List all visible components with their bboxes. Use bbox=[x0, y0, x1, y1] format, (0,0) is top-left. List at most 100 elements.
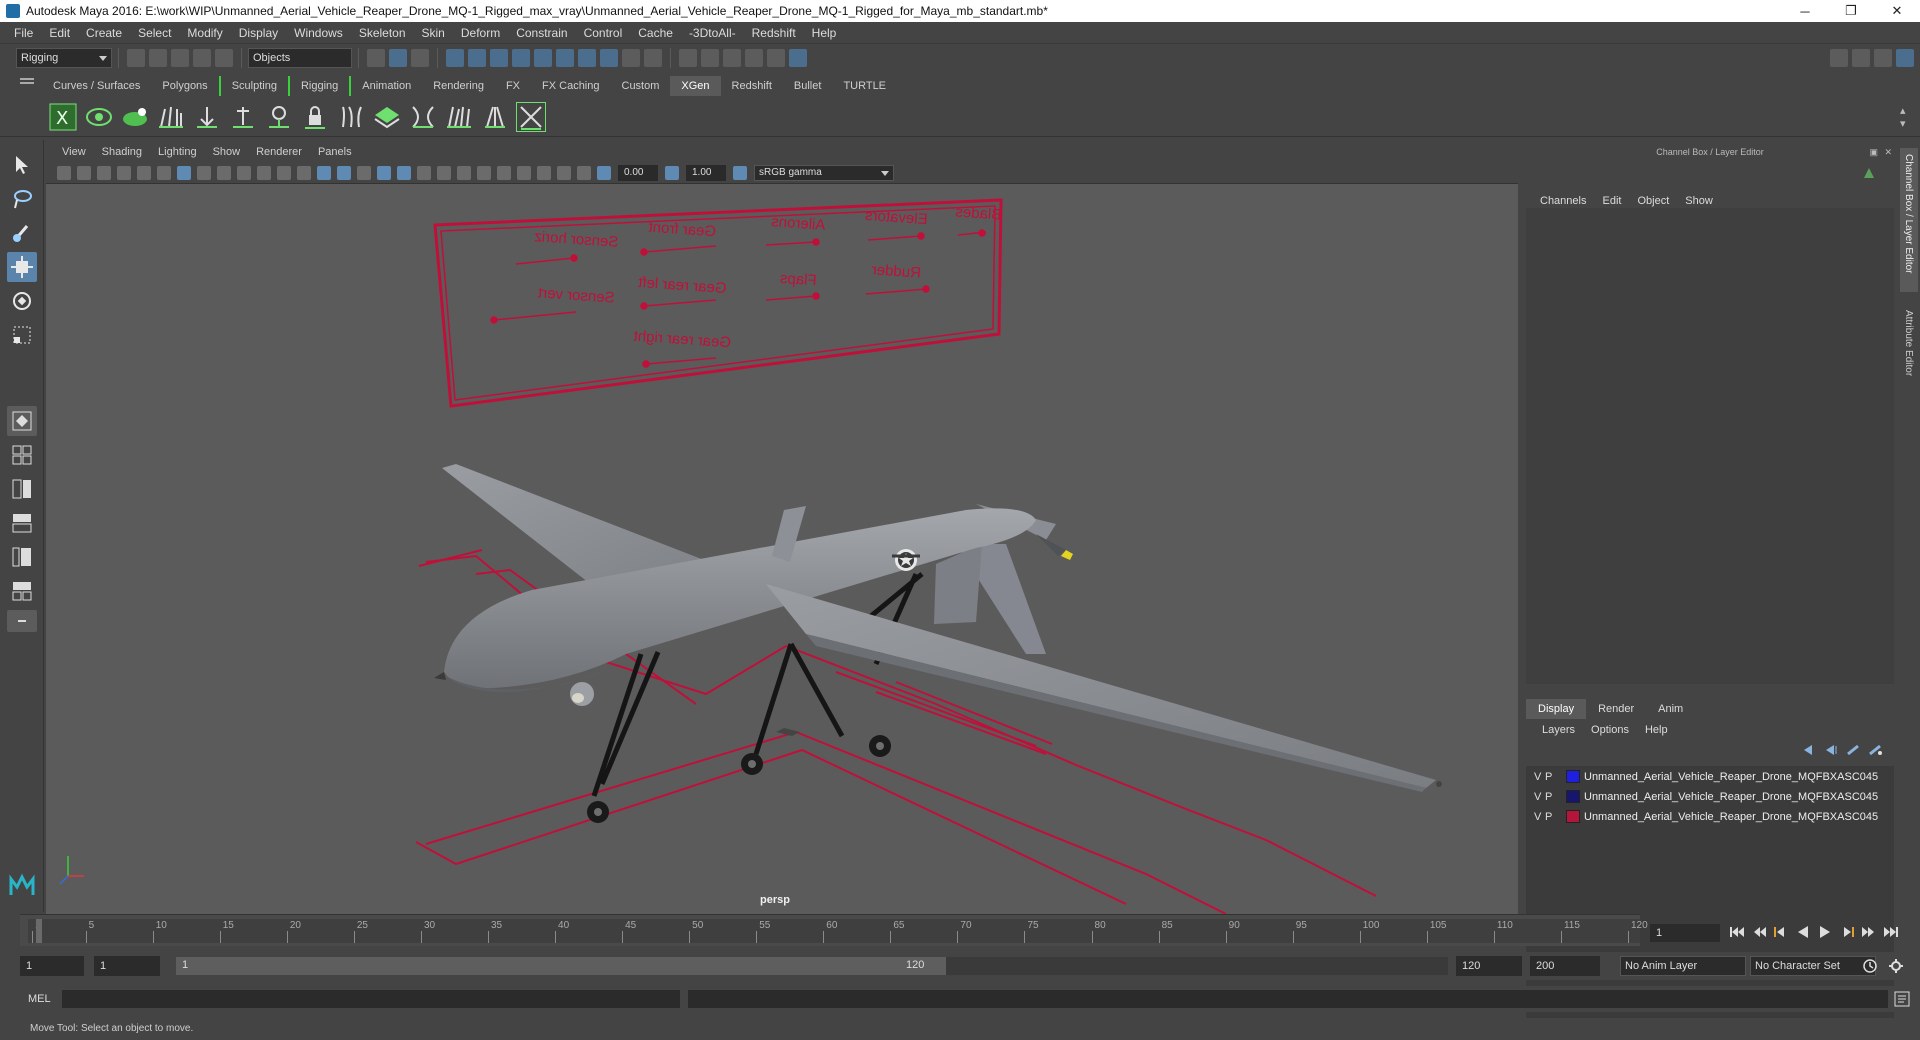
resolution-gate-icon[interactable] bbox=[217, 165, 231, 180]
viewport-menu-panels[interactable]: Panels bbox=[310, 146, 360, 158]
side-tab-attribute-editor[interactable]: Attribute Editor bbox=[1903, 310, 1914, 376]
xgen-place-guides-icon[interactable] bbox=[156, 102, 186, 132]
xgen-groom-icon[interactable] bbox=[372, 102, 402, 132]
field-chart-icon[interactable] bbox=[257, 165, 271, 180]
single-perspective-view-icon[interactable] bbox=[7, 406, 37, 436]
tab-curves-surfaces[interactable]: Curves / Surfaces bbox=[42, 76, 151, 96]
play-backward-icon[interactable] bbox=[1792, 922, 1814, 942]
step-forward-key-icon[interactable] bbox=[1858, 922, 1880, 942]
viewport-menu-lighting[interactable]: Lighting bbox=[150, 146, 205, 158]
xgen-add-guide-icon[interactable] bbox=[192, 102, 222, 132]
xgen-guide-to-curve-icon[interactable] bbox=[408, 102, 438, 132]
menu-cache[interactable]: Cache bbox=[630, 26, 681, 40]
move-layer-down-icon[interactable] bbox=[1824, 744, 1840, 756]
menu-help[interactable]: Help bbox=[804, 26, 845, 40]
play-forward-icon[interactable] bbox=[1814, 922, 1836, 942]
close-button[interactable]: ✕ bbox=[1874, 0, 1920, 22]
film-gate-icon[interactable] bbox=[197, 165, 211, 180]
auto-key-icon[interactable] bbox=[1862, 958, 1878, 977]
toggle-attribute-editor-icon[interactable] bbox=[1874, 49, 1892, 67]
viewport-menu-show[interactable]: Show bbox=[205, 146, 249, 158]
tab-redshift[interactable]: Redshift bbox=[721, 76, 783, 96]
xray-joints-icon[interactable] bbox=[577, 165, 591, 180]
open-scene-icon[interactable] bbox=[149, 49, 167, 67]
playback-end-field[interactable]: 120 bbox=[1456, 956, 1522, 976]
save-scene-icon[interactable] bbox=[171, 49, 189, 67]
menu-edit[interactable]: Edit bbox=[41, 26, 78, 40]
tab-rendering[interactable]: Rendering bbox=[422, 76, 495, 96]
shelf-menu-grip-icon[interactable] bbox=[20, 78, 34, 80]
two-d-pan-zoom-icon[interactable] bbox=[137, 165, 151, 180]
command-input[interactable] bbox=[62, 990, 680, 1008]
soft-select-icon[interactable] bbox=[600, 49, 618, 67]
command-language-label[interactable]: MEL bbox=[28, 993, 51, 1005]
multisample-aa-icon[interactable] bbox=[477, 165, 491, 180]
viewport-menu-renderer[interactable]: Renderer bbox=[248, 146, 310, 158]
select-tool-icon[interactable] bbox=[7, 150, 37, 180]
layer-color-swatch[interactable] bbox=[1566, 810, 1580, 823]
close-panel-icon[interactable]: ✕ bbox=[1884, 142, 1892, 162]
selection-mode-dropdown[interactable]: Objects bbox=[248, 48, 352, 68]
wireframe-shading-icon[interactable] bbox=[317, 165, 331, 180]
gate-mask-icon[interactable] bbox=[237, 165, 251, 180]
safe-title-icon[interactable] bbox=[297, 165, 311, 180]
grease-pencil-icon[interactable] bbox=[157, 165, 171, 180]
xgen-lock-guides-icon[interactable] bbox=[300, 102, 330, 132]
menu-deform[interactable]: Deform bbox=[453, 26, 508, 40]
xgen-splines-icon[interactable] bbox=[444, 102, 474, 132]
script-editor-icon[interactable] bbox=[1894, 991, 1910, 1010]
shadows-icon[interactable] bbox=[417, 165, 431, 180]
symmetry-icon[interactable] bbox=[578, 49, 596, 67]
lock-icon[interactable] bbox=[622, 49, 640, 67]
xgen-sculpt-guides-icon[interactable] bbox=[264, 102, 294, 132]
snap-to-view-plane-icon[interactable] bbox=[512, 49, 530, 67]
tab-xgen[interactable]: XGen bbox=[670, 76, 721, 96]
camera-attributes-icon[interactable] bbox=[77, 165, 91, 180]
rotate-tool-icon[interactable] bbox=[7, 286, 37, 316]
layer-row[interactable]: V P Unmanned_Aerial_Vehicle_Reaper_Drone… bbox=[1526, 787, 1894, 806]
redo-icon[interactable] bbox=[215, 49, 233, 67]
view-transform-dropdown[interactable]: sRGB gamma bbox=[754, 164, 894, 181]
tab-render-layers[interactable]: Render bbox=[1586, 699, 1646, 719]
channel-box-options-icon[interactable] bbox=[1862, 166, 1876, 180]
snap-together-icon[interactable] bbox=[556, 49, 574, 67]
smooth-shading-icon[interactable] bbox=[337, 165, 351, 180]
tab-bullet[interactable]: Bullet bbox=[783, 76, 833, 96]
screen-space-ao-icon[interactable] bbox=[437, 165, 451, 180]
move-layer-up-icon[interactable] bbox=[1802, 744, 1818, 756]
color-management-icon[interactable] bbox=[733, 165, 747, 180]
viewport-menu-view[interactable]: View bbox=[54, 146, 94, 158]
channel-box-menu-channels[interactable]: Channels bbox=[1532, 195, 1594, 207]
gamma-field[interactable]: 1.00 bbox=[686, 164, 726, 181]
current-time-indicator[interactable] bbox=[36, 919, 42, 943]
select-by-component-icon[interactable] bbox=[411, 49, 429, 67]
layer-menu-options[interactable]: Options bbox=[1583, 724, 1637, 736]
menu-display[interactable]: Display bbox=[231, 26, 286, 40]
wireframe-on-shaded-icon[interactable] bbox=[357, 165, 371, 180]
menu-constrain[interactable]: Constrain bbox=[508, 26, 575, 40]
menu-skeleton[interactable]: Skeleton bbox=[351, 26, 414, 40]
menu-windows[interactable]: Windows bbox=[286, 26, 351, 40]
new-layer-icon[interactable] bbox=[1846, 744, 1862, 756]
layout-options-icon[interactable] bbox=[7, 610, 37, 632]
tab-animation[interactable]: Animation bbox=[349, 76, 422, 96]
history-icon[interactable] bbox=[644, 49, 662, 67]
toggle-panel-icon[interactable] bbox=[1852, 49, 1870, 67]
xgen-guide-length-icon[interactable] bbox=[228, 102, 258, 132]
render-view-icon[interactable] bbox=[767, 49, 785, 67]
exposure-field[interactable]: 0.00 bbox=[618, 164, 658, 181]
tab-rigging[interactable]: Rigging bbox=[287, 76, 349, 96]
redshift-render-icon[interactable] bbox=[789, 49, 807, 67]
tab-custom[interactable]: Custom bbox=[611, 76, 671, 96]
toggle-channel-box-icon[interactable] bbox=[1896, 49, 1914, 67]
xray-icon[interactable] bbox=[537, 165, 551, 180]
step-back-frame-icon[interactable] bbox=[1770, 922, 1792, 942]
minimize-button[interactable]: ─ bbox=[1782, 0, 1828, 22]
xgen-interactive-groom-icon[interactable] bbox=[516, 101, 546, 132]
depth-of-field-icon[interactable] bbox=[497, 165, 511, 180]
snap-to-point-icon[interactable] bbox=[490, 49, 508, 67]
undo-icon[interactable] bbox=[193, 49, 211, 67]
range-slider[interactable]: 1 120 bbox=[176, 957, 1448, 975]
anim-layer-dropdown[interactable]: No Anim Layer bbox=[1620, 956, 1746, 976]
time-slider-track[interactable]: 1510152025303540455055606570758085909510… bbox=[28, 919, 1648, 943]
